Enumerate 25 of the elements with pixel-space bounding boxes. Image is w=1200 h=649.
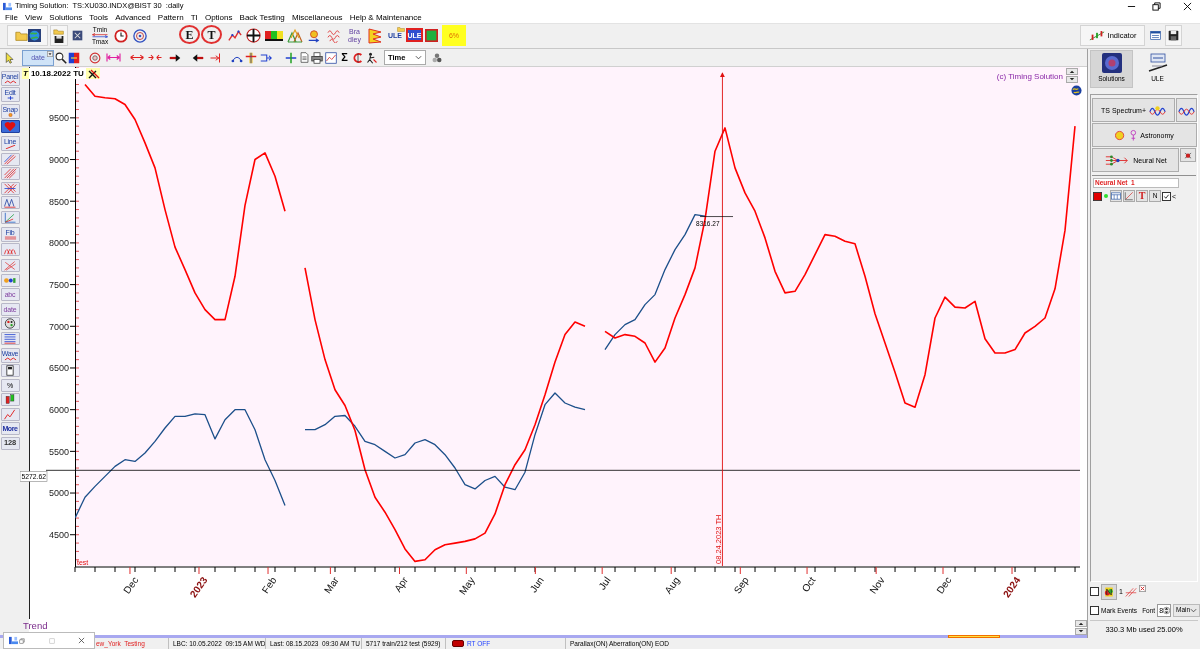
- axis-label: 6500: [48, 363, 69, 374]
- axis-label: Oct: [799, 574, 818, 594]
- axis-label: Apr: [392, 574, 410, 594]
- axis-label: 5000: [48, 488, 69, 499]
- axis-label: 8000: [48, 238, 69, 249]
- axis-label: Jun: [527, 574, 546, 595]
- axis-label: 7500: [48, 279, 69, 290]
- axis-label: 9500: [48, 113, 69, 124]
- axis-label: 4500: [48, 530, 69, 541]
- axis-label: Sep: [731, 574, 751, 596]
- axis-label: 5500: [48, 446, 69, 457]
- cursor-date: 10.18.2022 TU: [28, 68, 86, 79]
- copyright-label: (c) Timing Solution: [996, 72, 1063, 81]
- axis-label: Dec: [934, 574, 954, 596]
- axis-label: Nov: [867, 574, 887, 596]
- cursor-mark: T: [22, 68, 29, 79]
- axis-label: 6000: [48, 404, 69, 415]
- axis-label: Feb: [259, 574, 279, 596]
- axis-label: Mar: [322, 574, 341, 596]
- axis-label: 9000: [48, 154, 69, 165]
- axis-label: 7000: [48, 321, 69, 332]
- axis-label: 8500: [48, 196, 69, 207]
- axis-label: Jul: [596, 574, 613, 592]
- panel-label: Trend: [23, 620, 48, 631]
- axis-label: Dec: [121, 574, 141, 596]
